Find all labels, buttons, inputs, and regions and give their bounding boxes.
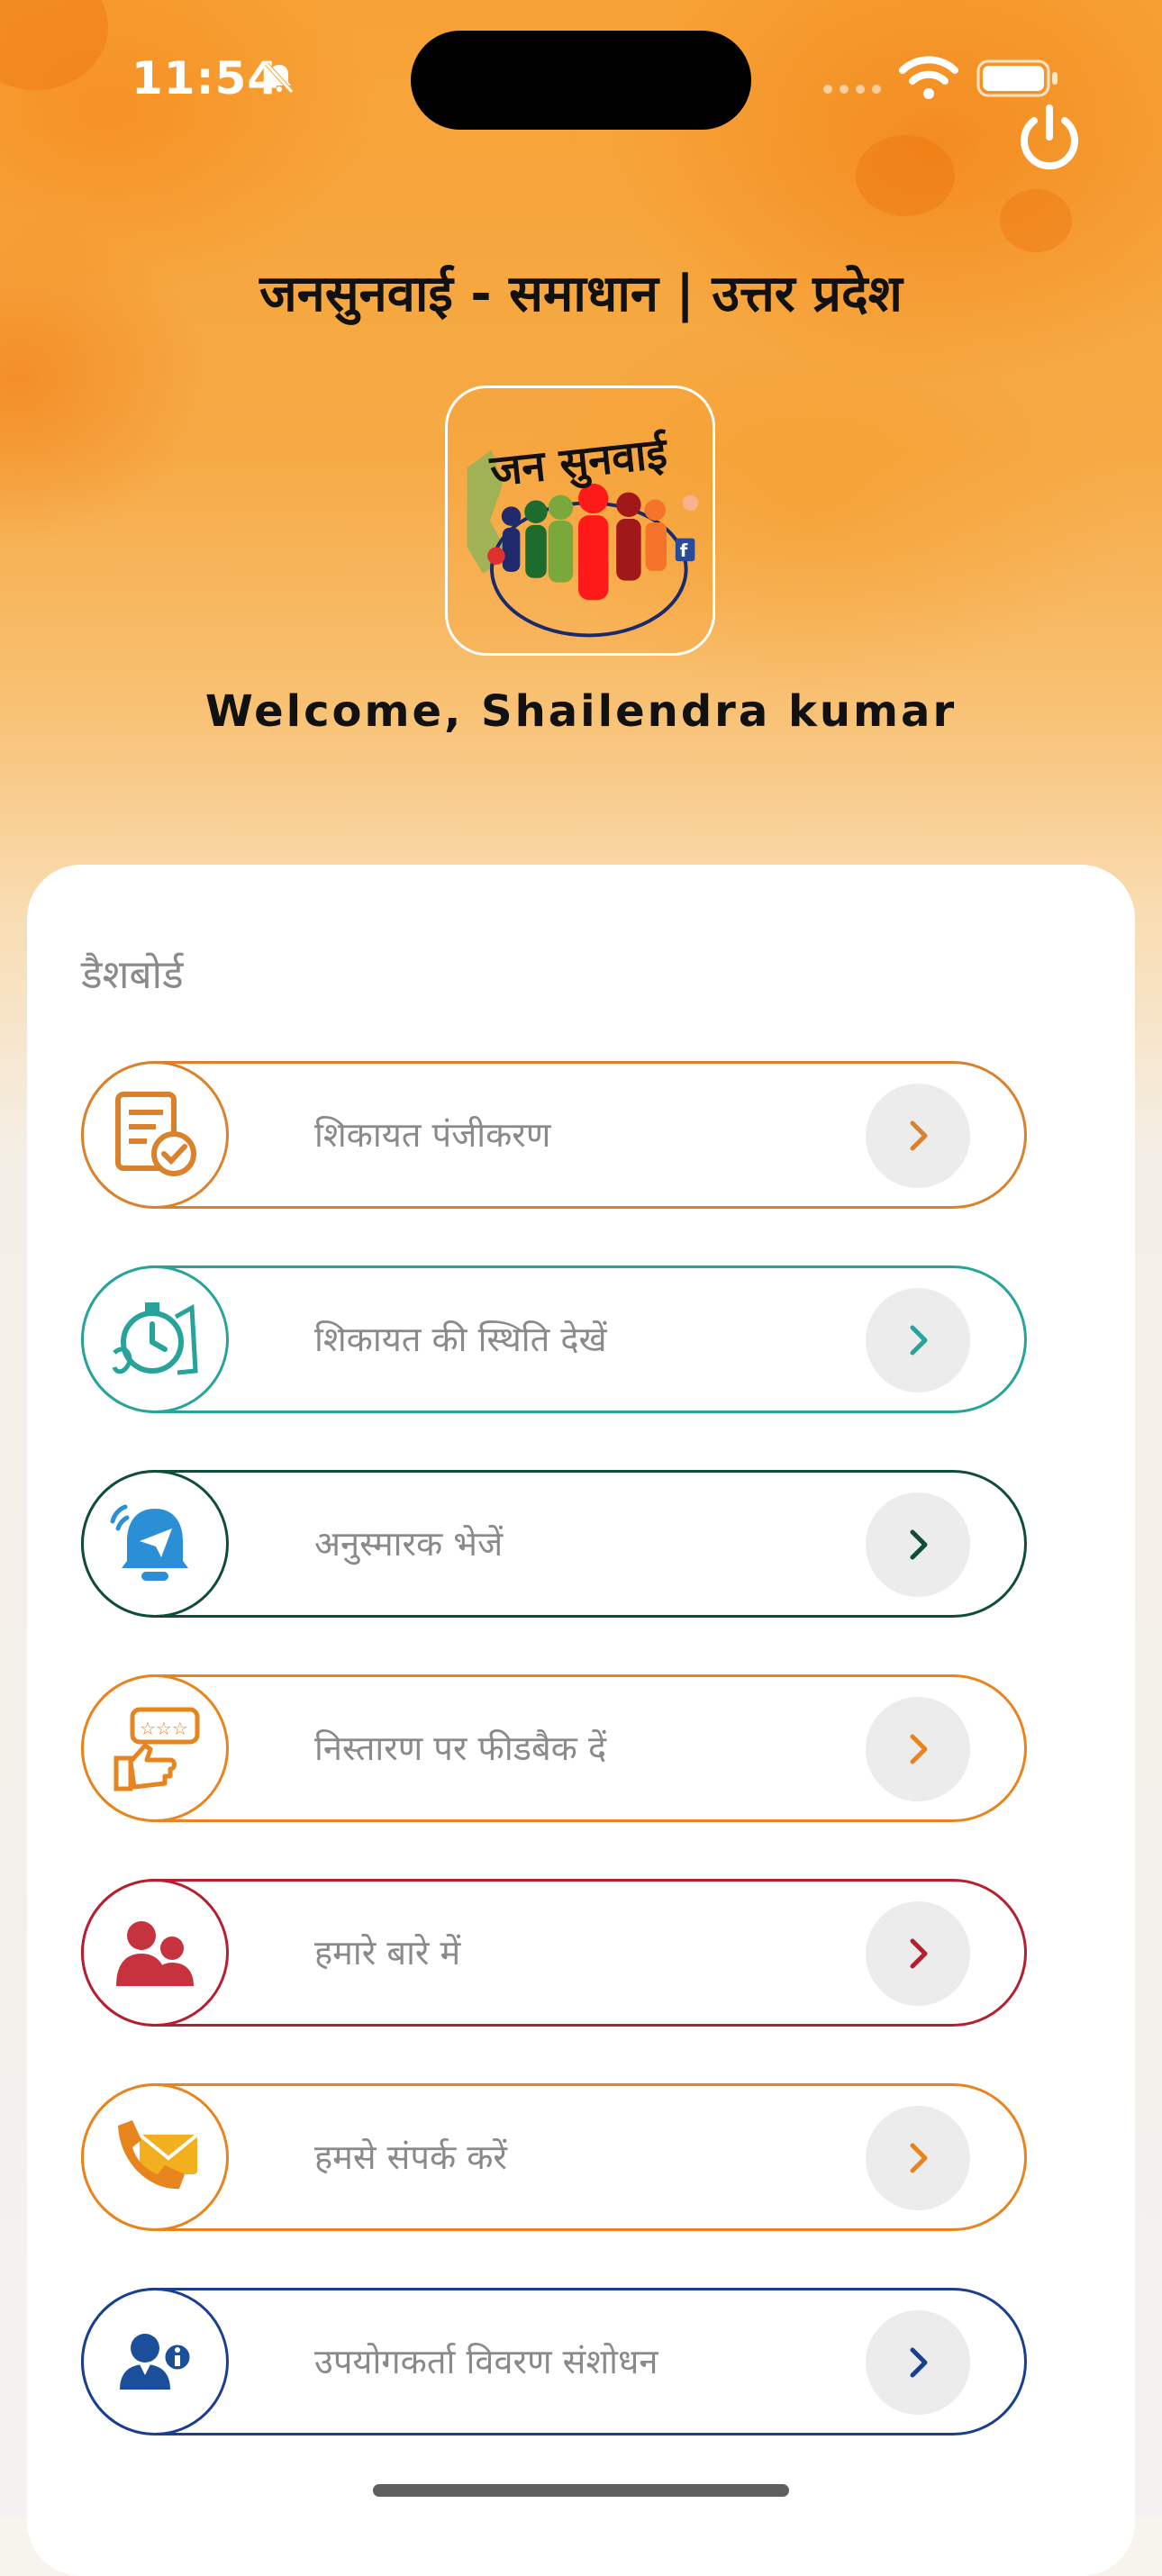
contact-phone-mail-icon xyxy=(81,2083,229,2231)
menu-item-complaint-register[interactable]: शिकायत पंजीकरण xyxy=(81,1061,1027,1209)
menu-item-label: शिकायत पंजीकरण xyxy=(314,1115,551,1155)
svg-text:f: f xyxy=(680,540,688,561)
menu-item-label: हमारे बारे में xyxy=(314,1933,461,1973)
menu-item-feedback[interactable]: ☆☆☆ निस्तारण पर फीडबैक दें xyxy=(81,1674,1027,1822)
reminder-bell-icon xyxy=(81,1470,229,1618)
menu-item-label: हमसे संपर्क करें xyxy=(314,2137,507,2177)
menu-item-user-profile-edit[interactable]: उपयोगकर्ता विवरण संशोधन xyxy=(81,2288,1027,2435)
chevron-right-icon[interactable] xyxy=(866,1697,970,1801)
about-us-people-icon xyxy=(81,1879,229,2027)
complaint-register-icon xyxy=(81,1061,229,1209)
chevron-right-icon[interactable] xyxy=(866,1492,970,1597)
menu-item-send-reminder[interactable]: अनुस्मारक भेजें xyxy=(81,1470,1027,1618)
silent-bell-icon xyxy=(265,62,294,94)
menu-item-label: निस्तारण पर फीडबैक दें xyxy=(314,1728,607,1768)
battery-icon xyxy=(976,59,1058,97)
chevron-right-icon[interactable] xyxy=(866,2310,970,2415)
menu-item-label: शिकायत की स्थिति देखें xyxy=(314,1320,607,1359)
user-info-icon xyxy=(81,2288,229,2435)
menu-item-complaint-status[interactable]: शिकायत की स्थिति देखें xyxy=(81,1265,1027,1413)
status-time: 11:54 xyxy=(132,52,280,104)
paint-blot xyxy=(856,135,955,216)
chevron-right-icon[interactable] xyxy=(866,2106,970,2210)
logout-power-icon[interactable] xyxy=(1011,101,1088,178)
feedback-thumbs-up-icon: ☆☆☆ xyxy=(81,1674,229,1822)
app-title: जनसुनवाई - समाधान | उत्तर प्रदेश xyxy=(259,265,903,323)
menu-item-contact-us[interactable]: हमसे संपर्क करें xyxy=(81,2083,1027,2231)
dashboard-title: डैशबोर्ड xyxy=(81,952,184,998)
logo-text: जन सुनवाई xyxy=(487,429,672,499)
chevron-right-icon[interactable] xyxy=(866,1288,970,1392)
wifi-icon xyxy=(899,56,958,99)
chevron-right-icon[interactable] xyxy=(866,1901,970,2006)
stopwatch-status-icon xyxy=(81,1265,229,1413)
chevron-right-icon[interactable] xyxy=(866,1084,970,1188)
menu-item-label: उपयोगकर्ता विवरण संशोधन xyxy=(314,2342,658,2381)
welcome-message: Welcome, Shailendra kumar xyxy=(204,686,958,737)
dynamic-island xyxy=(411,31,751,130)
paint-blot xyxy=(1000,189,1072,252)
home-indicator[interactable] xyxy=(373,2484,789,2497)
jansunwai-logo: f जन सुनवाई xyxy=(445,385,715,656)
menu-item-about-us[interactable]: हमारे बारे में xyxy=(81,1879,1027,2027)
menu-item-label: अनुस्मारक भेजें xyxy=(314,1524,504,1564)
signal-dots-icon xyxy=(823,85,881,94)
svg-text:☆☆☆: ☆☆☆ xyxy=(140,1718,188,1739)
